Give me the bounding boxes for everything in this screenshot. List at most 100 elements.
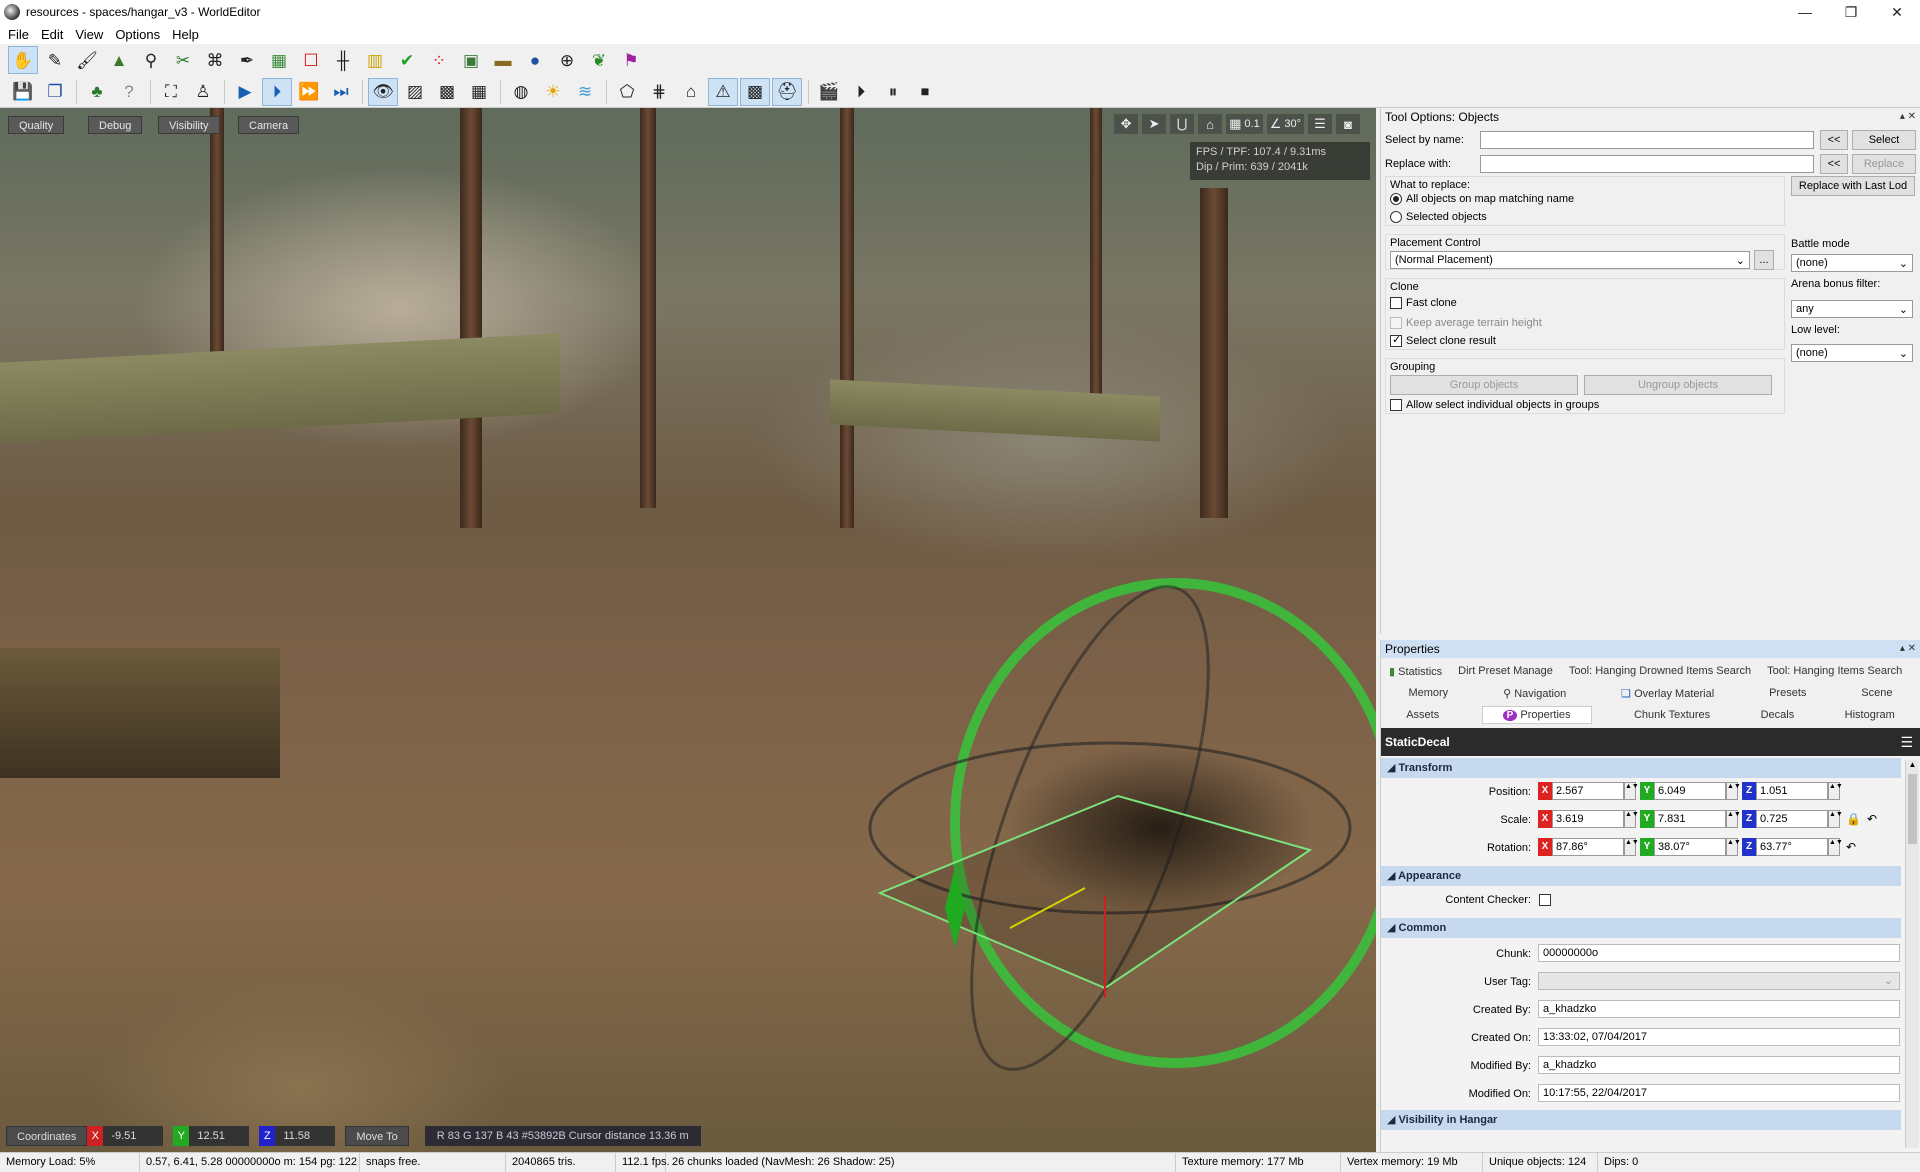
spinner-icon[interactable]: ▲▼ [1828,810,1843,828]
pause-circle-icon[interactable]: ⏸ [878,78,908,106]
check-icon[interactable]: ✔ [392,46,422,74]
screenshot-icon[interactable]: ◙ [1336,114,1360,134]
battle-mode-select[interactable]: (none) ⌄ [1791,254,1913,272]
step-icon[interactable]: ⏵ [262,77,292,106]
angle-snap-icon[interactable]: ∠ 30° [1266,114,1304,134]
hand-icon[interactable]: ✋ [8,46,38,74]
flag-icon[interactable]: ⚑ [616,46,646,74]
grass-icon[interactable]: ❦ [584,46,614,74]
maximize-button[interactable]: ❐ [1828,0,1874,24]
panel-controls[interactable]: ▴ ✕ [1900,640,1920,658]
created-by-field[interactable]: a_khadzko [1538,1000,1900,1018]
stop-circle-icon[interactable]: ⏹ [910,78,940,106]
allow-select-checkbox[interactable] [1390,399,1402,411]
ruler-icon[interactable]: ▥ [360,46,390,74]
spinner-icon[interactable]: ▲▼ [1726,782,1741,800]
globe-icon[interactable]: ◍ [506,78,536,106]
select-back-button[interactable]: << [1820,130,1848,150]
debug-button[interactable]: Debug [88,116,143,134]
tab-presets[interactable]: Presets [1761,687,1814,699]
opt-selected-radio[interactable] [1390,211,1402,223]
position-y-input[interactable]: 6.049 [1654,782,1726,800]
rect-icon[interactable]: ☐ [296,46,326,74]
select-button[interactable]: Select [1852,130,1916,150]
visibility-section[interactable]: ◢ Visibility in Hangar [1381,1110,1901,1130]
spinner-icon[interactable]: ▲▼ [1624,782,1639,800]
tab-properties[interactable]: P Properties [1481,706,1592,724]
play-circle-icon[interactable]: ⏵ [846,78,876,106]
save-icon[interactable]: 💾 [8,78,38,106]
checker-icon[interactable]: ▩ [740,77,770,106]
menu-file[interactable]: File [2,27,35,42]
target-icon[interactable]: ⊕ [552,46,582,74]
sun-icon[interactable]: ☀ [538,78,568,106]
chunk-field[interactable]: 00000000o [1538,944,1900,962]
magnet-icon[interactable]: ⋃ [1170,114,1195,134]
select-clone-checkbox[interactable] [1390,333,1402,347]
ungroup-objects-button[interactable]: Ungroup objects [1584,375,1772,395]
replace-with-input[interactable] [1480,155,1814,173]
help-icon[interactable]: ? [114,78,144,106]
tab-memory[interactable]: Memory [1400,687,1456,699]
opt-all-radio[interactable] [1390,193,1402,205]
tab-decals[interactable]: Decals [1753,709,1803,721]
brush-icon[interactable]: 🖌 [72,46,102,74]
person-icon[interactable]: ♙ [188,78,218,106]
scissors-icon[interactable]: ✂ [168,46,198,74]
lock-icon[interactable]: 🔒 [1846,812,1861,826]
scale-x-input[interactable]: 3.619 [1552,810,1624,828]
spinner-icon[interactable]: ▲▼ [1828,838,1843,856]
dots-icon[interactable]: ⁘ [424,46,454,74]
rotation-z-input[interactable]: 63.77° [1756,838,1828,856]
visibility-button[interactable]: Visibility [158,116,220,134]
tab-dirt-preset[interactable]: Dirt Preset Manage [1450,665,1561,677]
spinner-icon[interactable]: ▲▼ [1624,810,1639,828]
nodes-icon[interactable]: ⌘ [200,46,230,74]
eye-icon[interactable]: 👁 [368,77,398,106]
list-icon[interactable]: ☰ [1308,114,1332,134]
home-icon[interactable]: ⌂ [1198,114,1223,134]
rotation-x-input[interactable]: 87.86° [1552,838,1624,856]
transform-section[interactable]: ◢ Transform [1381,758,1901,778]
water-icon[interactable]: ≋ [570,78,600,106]
rotation-y-input[interactable]: 38.07° [1654,838,1726,856]
copy-icon[interactable]: ❐ [40,78,70,106]
play-icon[interactable]: ▶ [230,78,260,106]
position-x-input[interactable]: 2.567 [1552,782,1624,800]
tab-chunk-textures[interactable]: Chunk Textures [1626,709,1718,721]
replace-last-lod-button[interactable]: Replace with Last Lod [1791,176,1915,196]
appearance-section[interactable]: ◢ Appearance [1381,866,1901,886]
filter-icon[interactable]: ⚲ [136,46,166,74]
replace-button[interactable]: Replace [1852,154,1916,174]
select-icon[interactable]: ➤ [1142,114,1167,134]
placement-select[interactable]: (Normal Placement) ⌄ [1390,251,1750,269]
keep-avg-checkbox[interactable] [1390,317,1402,329]
opt-all-row[interactable]: All objects on map matching name [1390,193,1574,205]
clapper-icon[interactable]: 🎬 [814,78,844,106]
group-icon[interactable]: ⛶ [156,78,186,106]
camera-button[interactable]: Camera [238,116,300,134]
noise-icon[interactable]: ▩ [432,78,462,106]
grid-snap-icon[interactable]: ▦ 0.1 [1226,114,1263,134]
menu-icon[interactable]: ☰ [1900,728,1913,756]
menu-help[interactable]: Help [166,27,205,42]
move-to-button[interactable]: Move To [345,1126,409,1146]
tag-icon[interactable]: ⬠ [612,78,642,106]
pen-icon[interactable]: ✎ [40,46,70,74]
replace-back-button[interactable]: << [1820,154,1848,174]
scroll-up-icon[interactable]: ▲ [1906,760,1919,772]
forward-icon[interactable]: ⏩ [294,78,324,106]
group-objects-button[interactable]: Group objects [1390,375,1578,395]
tab-navigation[interactable]: ⚲ Navigation [1495,687,1574,700]
warning-icon[interactable]: ⚠ [708,77,738,106]
eyedropper-icon[interactable]: ✒ [232,46,262,74]
opt-selected-row[interactable]: Selected objects [1390,211,1487,223]
menu-edit[interactable]: Edit [35,27,69,42]
move-gizmo-icon[interactable]: ✥ [1114,114,1139,134]
sphere-icon[interactable]: ● [520,46,550,74]
fast-forward-icon[interactable]: ⏭ [326,78,356,106]
photo-icon[interactable]: ▣ [456,46,486,74]
house-icon[interactable]: ⌂ [676,78,706,106]
spinner-icon[interactable]: ▲▼ [1828,782,1843,800]
terrain-icon[interactable]: ▲ [104,46,134,74]
